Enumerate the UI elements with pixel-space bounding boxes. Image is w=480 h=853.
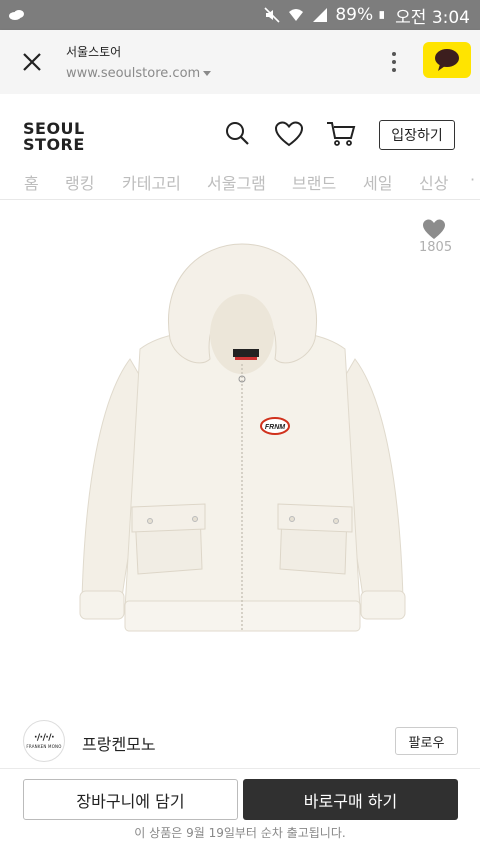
brand-name[interactable]: 프랑켄모노 <box>82 731 156 755</box>
search-icon[interactable] <box>224 120 250 146</box>
brand-logo-mark: ·/·/·/· <box>33 733 55 743</box>
close-icon[interactable] <box>18 48 46 76</box>
tab-sale[interactable]: 세일 <box>363 170 392 194</box>
add-to-cart-button[interactable]: 장바구니에 담기 <box>23 779 238 820</box>
tab-category[interactable]: 카테고리 <box>122 170 181 194</box>
tab-brand[interactable]: 브랜드 <box>292 170 336 194</box>
tab-home[interactable]: 홈 <box>24 170 39 194</box>
site-url: www.seoulstore.com <box>66 66 212 81</box>
mute-icon <box>264 7 280 23</box>
tab-new[interactable]: 신상 <box>419 170 448 194</box>
chevron-down-icon[interactable] <box>203 71 212 76</box>
buy-now-button[interactable]: 바로구매 하기 <box>243 779 458 820</box>
product-area: 1805 FRNM <box>0 201 480 711</box>
category-nav: 홈 랭킹 카테고리 서울그램 브랜드 세일 신상 · <box>0 166 480 200</box>
follow-button[interactable]: 팔로우 <box>395 727 458 755</box>
kakaotalk-icon <box>435 49 459 71</box>
clock: 오전 3:04 <box>395 7 470 28</box>
battery-icon <box>379 11 385 19</box>
site-header: SEOUL STORE 입장하기 <box>0 94 480 166</box>
tab-seoulgram[interactable]: 서울그램 <box>207 170 266 194</box>
status-icons: 89% 오전 3:04 <box>263 4 470 28</box>
status-bar: 89% 오전 3:04 <box>0 0 480 30</box>
tab-overflow[interactable]: · <box>470 170 475 189</box>
more-vert-icon[interactable] <box>386 48 402 76</box>
shipping-notice: 이 상품은 9월 19일부터 순차 출고됩니다. <box>134 826 346 840</box>
brand-row: ·/·/·/· FRANKEN MONO 프랑켄모노 팔로우 <box>0 711 480 769</box>
site-logo[interactable]: SEOUL STORE <box>23 121 85 153</box>
like-count: 1805 <box>419 240 453 255</box>
signal-icon <box>313 8 328 22</box>
browser-bar: 서울스토어 www.seoulstore.com <box>0 30 480 94</box>
tab-ranking[interactable]: 랭킹 <box>65 170 94 194</box>
purchase-bar: 장바구니에 담기 바로구매 하기 이 상품은 9월 19일부터 순차 출고됩니다… <box>0 769 480 853</box>
enter-button[interactable]: 입장하기 <box>379 120 455 150</box>
product-image[interactable]: FRNM <box>70 239 415 639</box>
url-text: www.seoulstore.com <box>66 66 201 81</box>
patch-text: FRNM <box>265 424 285 431</box>
battery-percent: 89% <box>335 5 374 25</box>
kakaotalk-button[interactable] <box>423 42 471 78</box>
like-heart-icon[interactable] <box>422 218 446 240</box>
site-name: 서울스토어 <box>66 45 122 59</box>
address-bar[interactable]: 서울스토어 www.seoulstore.com <box>66 43 212 81</box>
cart-icon[interactable] <box>326 120 356 148</box>
brand-logo-caption: FRANKEN MONO <box>26 744 62 749</box>
wifi-icon <box>289 9 304 21</box>
heart-icon[interactable] <box>274 120 304 148</box>
notification-icon <box>9 10 24 20</box>
brand-logo[interactable]: ·/·/·/· FRANKEN MONO <box>23 720 65 762</box>
